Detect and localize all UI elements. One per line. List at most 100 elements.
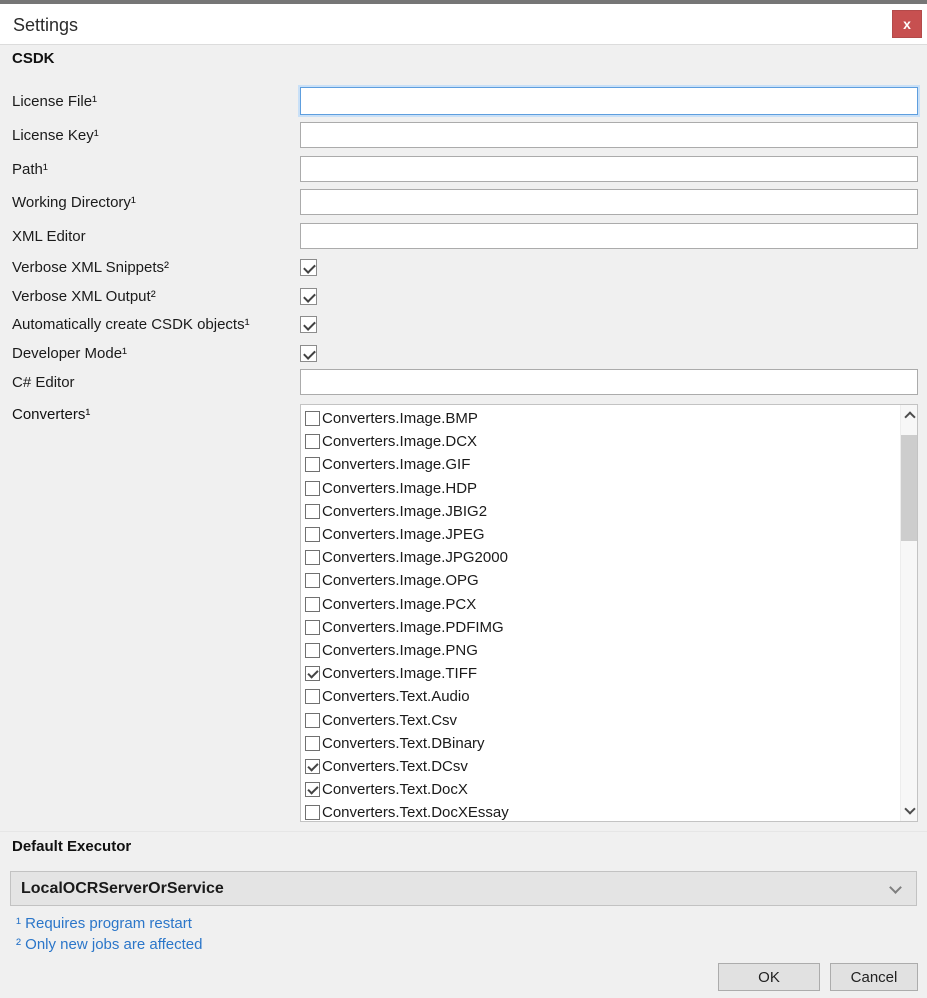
xml-editor-label: XML Editor: [12, 228, 300, 245]
list-item[interactable]: Converters.Image.BMP: [301, 407, 900, 430]
scroll-down-button[interactable]: [901, 802, 918, 819]
working-directory-label: Working Directory¹: [12, 194, 300, 211]
csharp-editor-input[interactable]: [300, 369, 918, 395]
csharp-editor-row: C# Editor: [12, 369, 918, 395]
csharp-editor-label: C# Editor: [12, 374, 300, 391]
license-key-input[interactable]: [300, 122, 918, 148]
verbose-xml-output-label: Verbose XML Output²: [12, 288, 300, 305]
list-item[interactable]: Converters.Image.JPG2000: [301, 546, 900, 569]
default-executor-value: LocalOCRServerOrService: [11, 880, 224, 898]
item-label: Converters.Image.OPG: [322, 572, 479, 589]
item-checkbox[interactable]: [305, 434, 320, 449]
list-item[interactable]: Converters.Text.DCsv: [301, 755, 900, 778]
item-label: Converters.Image.HDP: [322, 480, 477, 497]
item-checkbox[interactable]: [305, 689, 320, 704]
item-label: Converters.Image.PNG: [322, 642, 478, 659]
license-key-label: License Key¹: [12, 127, 300, 144]
verbose-xml-snippets-label: Verbose XML Snippets²: [12, 259, 300, 276]
item-label: Converters.Image.JBIG2: [322, 503, 487, 520]
xml-editor-row: XML Editor: [12, 223, 918, 249]
license-key-row: License Key¹: [12, 122, 918, 148]
item-label: Converters.Text.Audio: [322, 688, 470, 705]
list-item[interactable]: Converters.Image.PDFIMG: [301, 616, 900, 639]
footnote-restart: ¹ Requires program restart: [16, 915, 192, 932]
item-label: Converters.Image.TIFF: [322, 665, 477, 682]
item-label: Converters.Image.DCX: [322, 433, 477, 450]
item-checkbox[interactable]: [305, 504, 320, 519]
item-checkbox[interactable]: [305, 527, 320, 542]
item-checkbox[interactable]: [305, 759, 320, 774]
list-item[interactable]: Converters.Image.PCX: [301, 593, 900, 616]
close-icon: x: [903, 17, 911, 31]
item-checkbox[interactable]: [305, 550, 320, 565]
ok-button[interactable]: OK: [718, 963, 820, 991]
xml-editor-input[interactable]: [300, 223, 918, 249]
item-checkbox[interactable]: [305, 597, 320, 612]
default-executor-dropdown[interactable]: LocalOCRServerOrService: [10, 871, 917, 906]
path-row: Path¹: [12, 156, 918, 182]
item-label: Converters.Text.DocX: [322, 781, 468, 798]
list-item[interactable]: Converters.Image.HDP: [301, 477, 900, 500]
list-item[interactable]: Converters.Text.DBinary: [301, 732, 900, 755]
close-button[interactable]: x: [892, 10, 922, 38]
auto-create-csdk-checkbox[interactable]: [300, 316, 317, 333]
item-checkbox[interactable]: [305, 782, 320, 797]
list-item[interactable]: Converters.Image.JPEG: [301, 523, 900, 546]
item-label: Converters.Image.GIF: [322, 456, 470, 473]
verbose-xml-output-row: Verbose XML Output²: [12, 287, 918, 305]
item-checkbox[interactable]: [305, 573, 320, 588]
path-label: Path¹: [12, 161, 300, 178]
chevron-down-icon: [889, 881, 902, 894]
auto-create-csdk-row: Automatically create CSDK objects¹: [12, 315, 918, 333]
section-header-csdk: CSDK: [12, 50, 55, 67]
license-file-label: License File¹: [12, 93, 300, 110]
item-label: Converters.Text.DCsv: [322, 758, 468, 775]
list-item[interactable]: Converters.Image.DCX: [301, 430, 900, 453]
cancel-button[interactable]: Cancel: [830, 963, 918, 991]
verbose-xml-output-checkbox[interactable]: [300, 288, 317, 305]
item-label: Converters.Image.BMP: [322, 410, 478, 427]
scroll-up-button[interactable]: [901, 407, 918, 424]
item-label: Converters.Image.JPEG: [322, 526, 485, 543]
license-file-input[interactable]: [300, 87, 918, 115]
scrollbar[interactable]: [900, 405, 917, 821]
item-checkbox[interactable]: [305, 736, 320, 751]
scrollbar-thumb[interactable]: [901, 435, 918, 541]
item-label: Converters.Image.PDFIMG: [322, 619, 504, 636]
item-checkbox[interactable]: [305, 805, 320, 820]
item-checkbox[interactable]: [305, 481, 320, 496]
auto-create-csdk-label: Automatically create CSDK objects¹: [12, 316, 300, 333]
developer-mode-checkbox[interactable]: [300, 345, 317, 362]
item-checkbox[interactable]: [305, 620, 320, 635]
item-checkbox[interactable]: [305, 643, 320, 658]
item-label: Converters.Text.DocXEssay: [322, 804, 509, 821]
list-item[interactable]: Converters.Text.DocX: [301, 778, 900, 801]
item-label: Converters.Image.JPG2000: [322, 549, 508, 566]
converters-label: Converters¹: [12, 406, 90, 423]
item-label: Converters.Text.Csv: [322, 712, 457, 729]
list-item[interactable]: Converters.Image.TIFF: [301, 662, 900, 685]
path-input[interactable]: [300, 156, 918, 182]
item-checkbox[interactable]: [305, 666, 320, 681]
list-item[interactable]: Converters.Image.OPG: [301, 569, 900, 592]
list-item[interactable]: Converters.Text.Audio: [301, 685, 900, 708]
verbose-xml-snippets-row: Verbose XML Snippets²: [12, 258, 918, 276]
verbose-xml-snippets-checkbox[interactable]: [300, 259, 317, 276]
license-file-row: License File¹: [12, 87, 918, 115]
footnote-new-jobs: ² Only new jobs are affected: [16, 936, 203, 953]
item-checkbox[interactable]: [305, 713, 320, 728]
converters-list[interactable]: Converters.Image.BMP Converters.Image.DC…: [300, 404, 918, 822]
item-checkbox[interactable]: [305, 411, 320, 426]
section-divider: [0, 831, 927, 832]
list-item[interactable]: Converters.Image.GIF: [301, 453, 900, 476]
item-label: Converters.Text.DBinary: [322, 735, 485, 752]
list-item[interactable]: Converters.Image.JBIG2: [301, 500, 900, 523]
list-item[interactable]: Converters.Text.DocXEssay: [301, 801, 900, 821]
converters-list-items: Converters.Image.BMP Converters.Image.DC…: [301, 407, 900, 821]
section-header-default-executor: Default Executor: [12, 838, 131, 855]
item-label: Converters.Image.PCX: [322, 596, 476, 613]
list-item[interactable]: Converters.Text.Csv: [301, 708, 900, 731]
item-checkbox[interactable]: [305, 457, 320, 472]
list-item[interactable]: Converters.Image.PNG: [301, 639, 900, 662]
working-directory-input[interactable]: [300, 189, 918, 215]
